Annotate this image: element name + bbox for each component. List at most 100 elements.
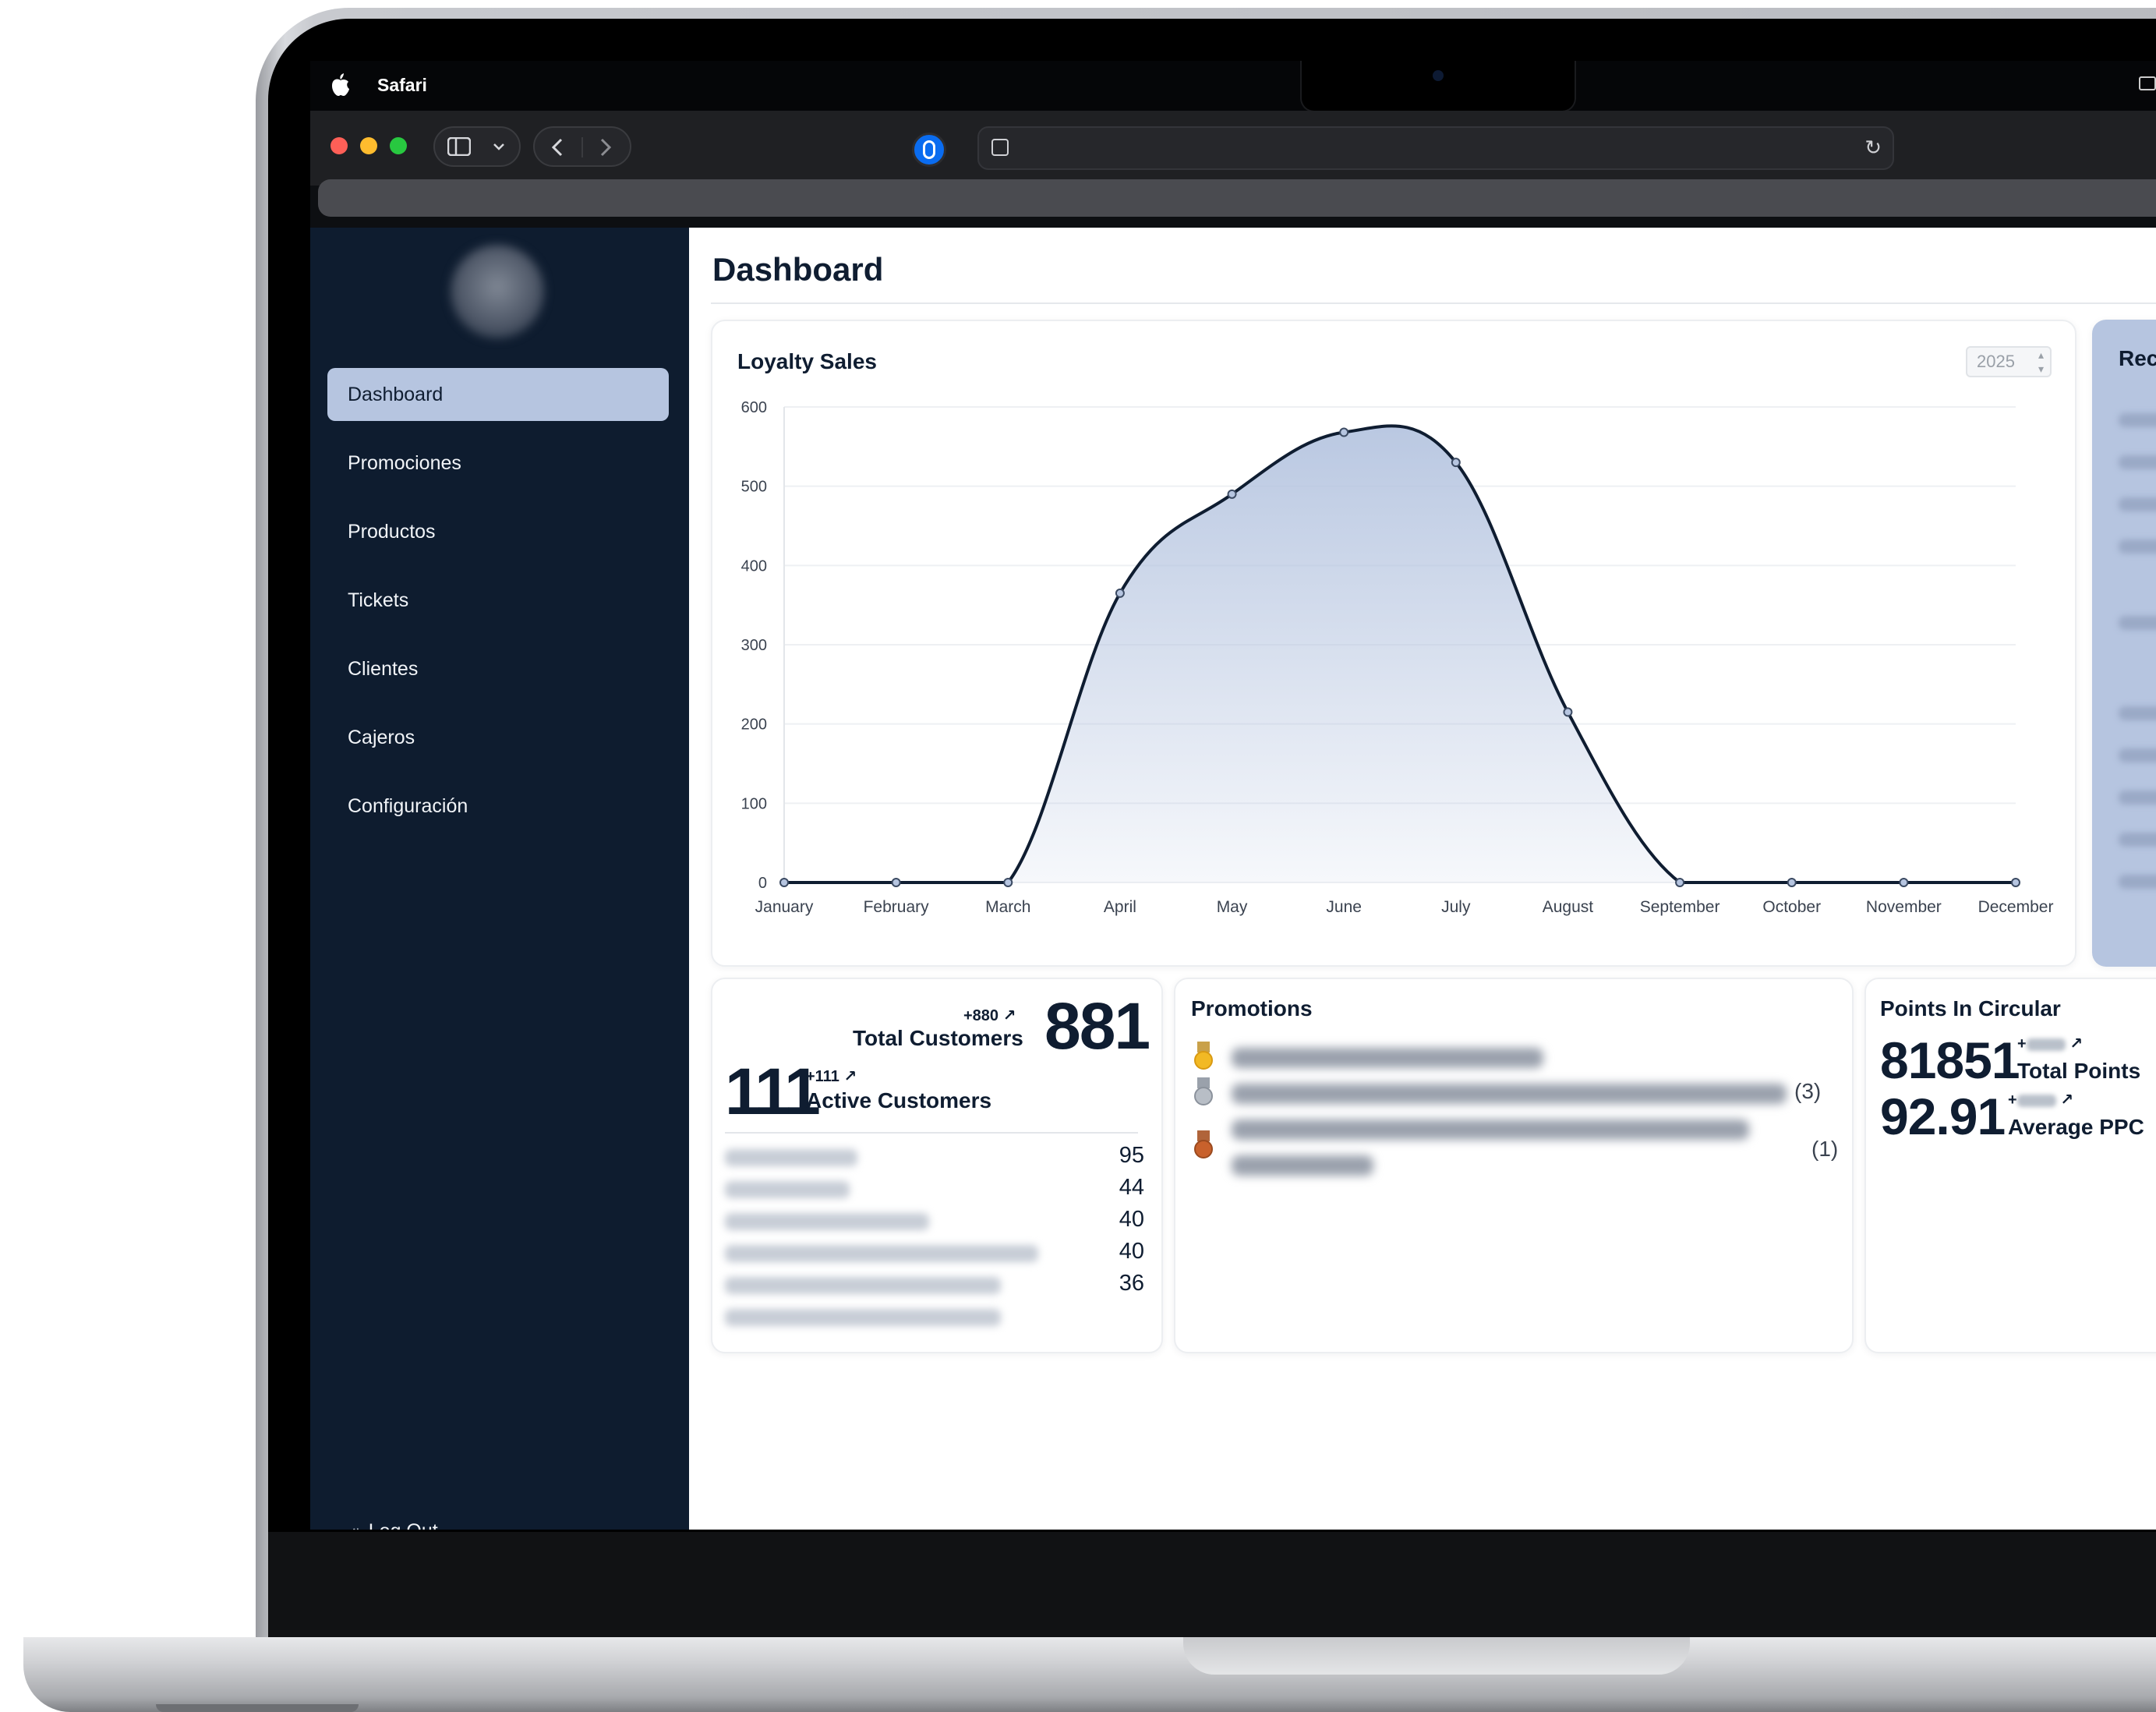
customer-score: 44 — [1119, 1175, 1144, 1200]
x-tick-label: December — [1978, 898, 2054, 916]
recent-item — [2119, 791, 2156, 805]
total-points-delta-sign: + — [2017, 1035, 2027, 1052]
recent-item — [2119, 833, 2156, 847]
promotions-card: Promotions (3) (1) — [1174, 978, 1854, 1353]
active-customers-value: 111 — [725, 1055, 821, 1128]
data-point — [891, 878, 901, 887]
total-points-delta: + ↗ — [2017, 1034, 2083, 1053]
average-ppc-delta-redacted — [2016, 1094, 2056, 1107]
address-bar[interactable]: ↻ — [977, 126, 1894, 170]
data-point — [1115, 588, 1125, 598]
sidebar-item-tickets[interactable]: Tickets — [327, 574, 669, 627]
apple-icon[interactable] — [330, 73, 351, 97]
x-tick-label: January — [755, 898, 814, 916]
y-tick-label: 200 — [741, 716, 767, 734]
x-tick-label: August — [1543, 898, 1594, 916]
select-arrows-icon: ▴ ▾ — [2038, 348, 2044, 375]
screen: Safari ↻ Dashboard Promociones Productos… — [310, 61, 2156, 1530]
customer-row[interactable] — [725, 1303, 1144, 1334]
navigation-buttons — [533, 126, 631, 167]
y-tick-label: 0 — [758, 875, 767, 892]
customer-name-redacted — [725, 1149, 857, 1166]
x-tick-label: November — [1866, 898, 1942, 916]
x-tick-label: May — [1217, 898, 1248, 916]
data-point — [1787, 878, 1797, 887]
y-tick-label: 400 — [741, 557, 767, 575]
customer-name-redacted — [725, 1277, 1001, 1294]
close-window-button[interactable] — [330, 137, 348, 154]
promotion-row[interactable] — [1193, 1042, 1836, 1076]
promotions-title: Promotions — [1191, 996, 1313, 1020]
average-ppc-value: 92.91 — [1880, 1088, 2006, 1145]
customer-row[interactable]: 40 — [725, 1239, 1144, 1270]
sidebar-item-configuracion[interactable]: Configuración — [327, 780, 669, 833]
loyalty-sales-card: Loyalty Sales 2025 ▴ ▾ 0 100 200 300 400 500 60… — [711, 320, 2076, 967]
promotion-row[interactable]: (1) — [1193, 1116, 1838, 1187]
customer-row[interactable]: 40 — [725, 1207, 1144, 1238]
customer-score: 40 — [1119, 1207, 1144, 1232]
year-select-value: 2025 — [1977, 352, 2015, 371]
recent-card: Rece — [2092, 320, 2156, 967]
menu-app-name[interactable]: Safari — [377, 75, 427, 96]
sidebar-item-promociones[interactable]: Promociones — [327, 437, 669, 490]
customer-name-redacted — [725, 1213, 929, 1230]
data-point — [779, 878, 789, 887]
recent-item — [2119, 455, 2156, 469]
sidebar-item-label: Dashboard — [348, 384, 444, 405]
tab-bar[interactable] — [318, 179, 2156, 217]
sidebar-toggle-button[interactable] — [433, 126, 521, 167]
recent-item — [2119, 616, 2156, 630]
total-customers-label: Total Customers — [853, 1026, 1023, 1050]
laptop-base — [23, 1637, 2156, 1712]
year-select[interactable]: 2025 ▴ ▾ — [1966, 346, 2052, 377]
data-point — [1003, 878, 1013, 887]
web-page: Dashboard Promociones Productos Tickets … — [310, 228, 2156, 1530]
logout-button[interactable]: ⇥ Log Out — [346, 1520, 438, 1530]
sidebar: Dashboard Promociones Productos Tickets … — [310, 228, 689, 1530]
trend-up-icon: ↗ — [843, 1068, 857, 1085]
sidebar-item-productos[interactable]: Productos — [327, 505, 669, 558]
sidebar-item-label: Tickets — [348, 589, 409, 611]
shield-glyph — [923, 140, 935, 159]
total-points-delta-redacted — [2026, 1038, 2066, 1051]
zoom-window-button[interactable] — [390, 137, 407, 154]
series-area — [784, 426, 2016, 883]
sidebar-item-dashboard[interactable]: Dashboard — [327, 368, 669, 421]
average-ppc-delta: + ↗ — [2008, 1090, 2073, 1109]
total-points-label: Total Points — [2017, 1059, 2141, 1083]
laptop-opening-notch — [1183, 1637, 1690, 1675]
active-customers-delta-text: +111 — [806, 1068, 839, 1085]
data-point — [1339, 427, 1349, 437]
customer-row[interactable]: 95 — [725, 1143, 1144, 1174]
avatar[interactable] — [451, 245, 544, 338]
promotion-row[interactable]: (3) — [1193, 1077, 1836, 1112]
sidebar-item-cajeros[interactable]: Cajeros — [327, 711, 669, 764]
reload-icon[interactable]: ↻ — [1864, 136, 1882, 160]
page-menu-icon[interactable] — [991, 139, 1009, 156]
recent-item — [2119, 497, 2156, 511]
recent-title: Rece — [2119, 346, 2156, 370]
title-divider — [711, 302, 2156, 304]
laptop-foot — [156, 1704, 359, 1712]
silver-medal-icon — [1193, 1077, 1214, 1109]
camera-icon — [1433, 70, 1444, 81]
points-title: Points In Circular — [1880, 996, 2061, 1020]
total-customers-value: 881 — [1044, 989, 1150, 1063]
menu-bar: Safari — [310, 61, 2156, 112]
data-point — [1899, 878, 1909, 887]
y-tick-label: 300 — [741, 637, 767, 654]
y-tick-label: 600 — [741, 399, 767, 416]
customer-row[interactable]: 44 — [725, 1175, 1144, 1206]
customer-row[interactable]: 36 — [725, 1271, 1144, 1302]
privacy-shield-icon[interactable] — [912, 133, 946, 167]
total-customers-delta-text: +880 — [963, 1007, 999, 1024]
customer-score: 36 — [1119, 1271, 1144, 1296]
minimize-window-button[interactable] — [360, 137, 377, 154]
sidebar-icon — [447, 137, 471, 156]
nav-divider — [581, 137, 583, 157]
back-icon[interactable] — [550, 137, 564, 157]
forward-icon[interactable] — [599, 137, 613, 157]
sidebar-item-clientes[interactable]: Clientes — [327, 642, 669, 695]
recent-item — [2119, 875, 2156, 889]
control-center-icon[interactable] — [2139, 76, 2156, 90]
